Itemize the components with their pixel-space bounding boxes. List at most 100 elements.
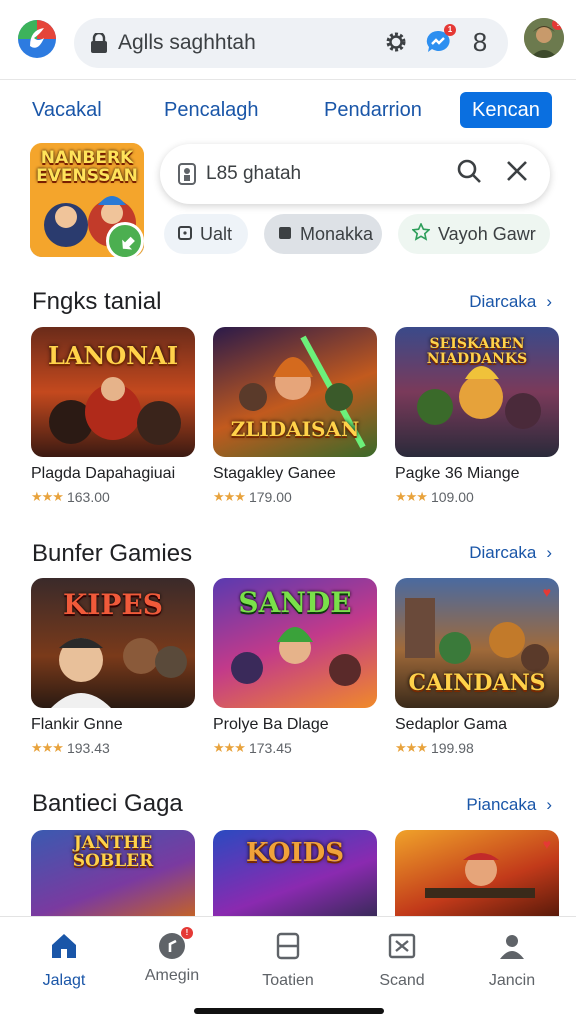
app-search-text: L85 ghatah [206, 163, 302, 184]
app-logo-icon[interactable] [16, 18, 58, 60]
game-card[interactable]: ZLIDAISAN Stagakley Ganee ★★★ 179.00 [213, 327, 377, 505]
favorite-heart-icon[interactable]: ♥ [543, 836, 551, 852]
avatar-notification-dot: ! [552, 18, 564, 30]
avatar[interactable]: ! [524, 18, 564, 58]
search-icon[interactable] [456, 158, 482, 184]
game-art-title: SEISKAREN NIADDANKS [426, 336, 528, 367]
chip-vayoh-gawr-label: Vayoh Gawr [438, 223, 536, 244]
section-title: Fngks tanial [32, 288, 162, 315]
nav-label: Toatien [262, 972, 314, 989]
game-rating: ★★★ 199.98 [395, 740, 559, 756]
rating-stars-icon: ★★★ [213, 740, 246, 755]
chip-monakka[interactable]: Monakka [264, 214, 382, 254]
rating-value: 193.43 [66, 740, 110, 756]
home-indicator[interactable] [194, 1008, 384, 1014]
address-search-bar[interactable]: Aglls saghhtah 1 8 [74, 18, 508, 68]
rating-value: 109.00 [430, 489, 474, 505]
game-thumbnail: ♥ CAINDANS [395, 578, 559, 708]
home-icon [52, 934, 76, 958]
nav-label: Amegin [144, 967, 200, 984]
scan-icon [388, 933, 416, 959]
featured-app-art-title: NANBERK EVENSSAN [36, 148, 138, 186]
game-art-title: LANONAI [47, 341, 179, 370]
game-card[interactable]: SEISKAREN NIADDANKS Pagke 36 Miange ★★★ 1… [395, 327, 559, 505]
game-name: Pagke 36 Miange [395, 465, 520, 482]
tab-kencan[interactable]: Kencan [460, 92, 552, 128]
tab-pendarrion[interactable]: Pendarrion [324, 92, 422, 128]
section-more-label: Piancaka [466, 795, 537, 814]
game-card[interactable]: KOIDS [213, 830, 377, 916]
tab-pencalagh[interactable]: Pencalagh [164, 92, 259, 128]
star-outline-icon [411, 221, 431, 246]
section-more-link[interactable]: Piancaka › [466, 795, 552, 815]
game-card[interactable]: JANTHE SOBLER [31, 830, 195, 916]
nav-item-profile[interactable]: Jancin [462, 931, 562, 990]
chevron-right-icon: › [546, 543, 552, 562]
apps-icon [276, 932, 300, 960]
messenger-icon[interactable]: 1 [424, 24, 456, 56]
section-more-link[interactable]: Diarcaka › [469, 292, 552, 312]
game-rating: ★★★ 109.00 [395, 489, 559, 505]
rating-stars-icon: ★★★ [395, 740, 428, 755]
chip-vayoh-gawr[interactable]: Vayoh Gawr [398, 214, 550, 254]
square-icon [178, 224, 192, 245]
chip-monakka-label: Monakka [300, 223, 374, 244]
nav-item-apps[interactable]: Toatien [238, 931, 338, 990]
section-title: Bunfer Gamies [32, 540, 193, 567]
tab-vacakal[interactable]: Vacakal [32, 92, 102, 128]
game-thumbnail: SEISKAREN NIADDANKS [395, 327, 559, 457]
game-thumbnail: SANDE [213, 578, 377, 708]
nav-item-games[interactable]: ! Amegin [122, 927, 222, 985]
lock-icon [91, 33, 107, 53]
rating-value: 173.45 [248, 740, 292, 756]
section-title: Bantieci Gaga [32, 790, 183, 817]
game-thumbnail: ZLIDAISAN [213, 327, 377, 457]
game-art-title: SANDE [238, 586, 352, 619]
game-art-title: KOIDS [245, 838, 345, 868]
search-field-app-icon [178, 163, 196, 185]
game-rating: ★★★ 173.45 [213, 740, 377, 756]
install-badge-icon[interactable] [106, 222, 144, 260]
rating-stars-icon: ★★★ [395, 489, 428, 504]
game-card[interactable]: KIPES Flankir Gnne ★★★ 193.43 [31, 578, 195, 756]
rating-value: 199.98 [430, 740, 474, 756]
rating-stars-icon: ★★★ [213, 489, 246, 504]
category-tabs: Vacakal Pencalagh Pendarrion Kencan [0, 92, 576, 132]
game-card[interactable]: ♥ [395, 830, 559, 916]
game-art-title: KIPES [62, 588, 164, 621]
chip-ualt[interactable]: Ualt [164, 214, 248, 254]
nav-label: Jalagt [42, 972, 86, 989]
game-thumbnail: LANONAI [31, 327, 195, 457]
rating-stars-icon: ★★★ [31, 489, 64, 504]
notification-badge: 1 [444, 24, 456, 36]
section-more-link[interactable]: Diarcaka › [469, 543, 552, 563]
game-name: Plagda Dapahagiuai [31, 465, 176, 482]
chevron-right-icon: › [546, 795, 552, 814]
settings-icon[interactable] [382, 28, 410, 56]
game-name: Prolye Ba Dlage [213, 716, 329, 733]
notification-dot: ! [181, 927, 193, 939]
nav-item-home[interactable]: Jalagt [14, 931, 114, 990]
game-card[interactable]: LANONAI Plagda Dapahagiuai ★★★ 163.00 [31, 327, 195, 505]
game-thumbnail: ♥ [395, 830, 559, 916]
app-search-field[interactable]: L85 ghatah [160, 144, 550, 204]
game-card[interactable]: SANDE Prolye Ba Dlage ★★★ 173.45 [213, 578, 377, 756]
nav-item-scan[interactable]: Scand [352, 931, 452, 990]
game-card[interactable]: ♥ CAINDANS Sedaplor Gama ★★★ 199.98 [395, 578, 559, 756]
games-icon: ! [157, 927, 193, 961]
close-icon[interactable] [504, 158, 530, 184]
game-name: Stagakley Ganee [213, 465, 336, 482]
nav-label: Scand [379, 972, 425, 989]
game-name: Sedaplor Gama [395, 716, 508, 733]
top-bar: Aglls saghhtah 1 8 ! [0, 0, 576, 80]
game-thumbnail: KOIDS [213, 830, 377, 916]
game-thumbnail: JANTHE SOBLER [31, 830, 195, 916]
address-search-text: Aglls saghhtah [118, 31, 256, 54]
game-thumbnail: KIPES [31, 578, 195, 708]
favorite-heart-icon[interactable]: ♥ [543, 584, 551, 600]
game-art-title: ZLIDAISAN [230, 417, 360, 441]
rating-value: 179.00 [248, 489, 292, 505]
game-rating: ★★★ 193.43 [31, 740, 195, 756]
rating-stars-icon: ★★★ [31, 740, 64, 755]
account-count[interactable]: 8 [466, 27, 494, 57]
